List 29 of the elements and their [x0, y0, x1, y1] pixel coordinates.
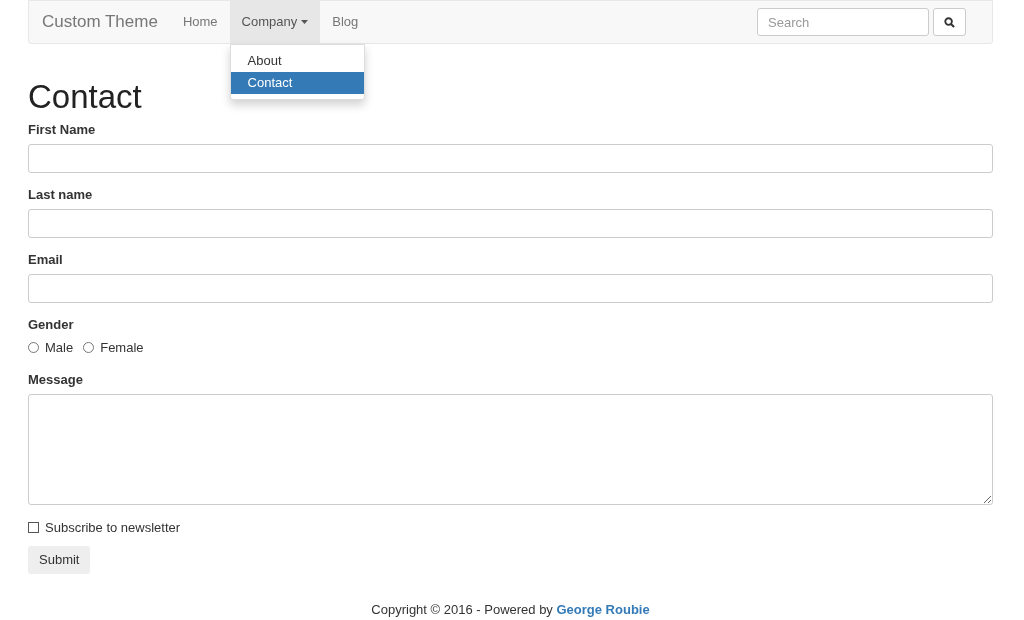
field-label: First Name — [28, 121, 97, 139]
caret-icon — [301, 20, 309, 24]
checkbox[interactable] — [28, 521, 39, 533]
message-field[interactable] — [28, 393, 993, 505]
input-field[interactable] — [28, 209, 993, 238]
search-icon — [944, 16, 955, 28]
menu-item[interactable]: Contact — [230, 72, 364, 94]
search-field[interactable]: Search — [757, 8, 929, 36]
page-title: Contact — [28, 77, 142, 117]
nav-link[interactable]: Home — [170, 1, 230, 43]
submit-button[interactable]: Submit — [28, 546, 91, 574]
search-button[interactable] — [933, 8, 966, 36]
radio-label: Male — [45, 339, 74, 357]
nav-link[interactable]: Blog — [320, 1, 371, 43]
menu-item[interactable]: About — [230, 50, 364, 72]
field-label: Last name — [28, 186, 94, 204]
radio-button[interactable] — [83, 342, 95, 354]
radio-button[interactable] — [28, 342, 39, 354]
field-label: Gender — [28, 316, 75, 334]
checkbox-label: Subscribe to newsletter — [45, 518, 181, 537]
field-label: Email — [28, 251, 64, 269]
copyright-text: Copyright © 2016 - Powered by George Roubie — [370, 601, 651, 619]
nav-link[interactable]: Company — [229, 1, 321, 43]
author-link[interactable]: George Roubie — [556, 602, 650, 617]
brand-title[interactable]: Custom Theme — [42, 1, 158, 43]
field-label: Message — [28, 370, 84, 389]
input-field[interactable] — [28, 274, 993, 303]
radio-label: Female — [100, 339, 144, 357]
input-field[interactable] — [28, 144, 993, 173]
